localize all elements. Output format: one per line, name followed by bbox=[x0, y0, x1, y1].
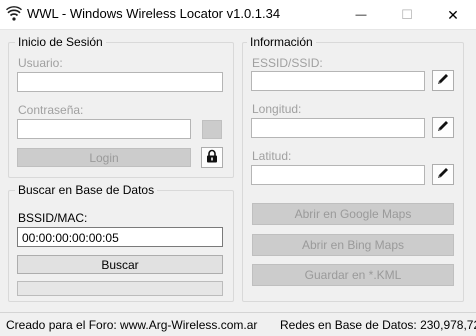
minimize-icon: — bbox=[355, 9, 367, 21]
longitude-label: Longitud: bbox=[252, 102, 302, 116]
search-legend: Buscar en Base de Datos bbox=[15, 183, 158, 197]
title-bar[interactable]: WWL - Windows Wireless Locator v1.0.1.34… bbox=[0, 0, 476, 30]
password-label: Contraseña: bbox=[18, 103, 84, 117]
user-label: Usuario: bbox=[18, 56, 63, 70]
search-progress-bar bbox=[17, 281, 223, 296]
essid-label: ESSID/SSID: bbox=[252, 56, 323, 70]
pencil-icon bbox=[436, 72, 450, 89]
status-credit: Creado para el Foro: www.Arg-Wireless.co… bbox=[6, 318, 258, 332]
login-legend: Inicio de Sesión bbox=[15, 35, 106, 49]
bssid-label: BSSID/MAC: bbox=[18, 211, 88, 225]
minimize-button[interactable]: — bbox=[338, 0, 384, 30]
password-input[interactable] bbox=[17, 119, 191, 139]
pencil-icon bbox=[436, 119, 450, 136]
essid-edit-button[interactable] bbox=[432, 70, 454, 91]
longitude-input[interactable] bbox=[251, 118, 425, 138]
search-button[interactable]: Buscar bbox=[17, 255, 223, 274]
info-legend: Información bbox=[247, 35, 316, 49]
user-input[interactable] bbox=[17, 72, 223, 92]
essid-input[interactable] bbox=[251, 71, 425, 91]
app-wifi-icon bbox=[6, 6, 22, 22]
maximize-button[interactable]: ☐ bbox=[384, 0, 430, 30]
pencil-icon bbox=[436, 166, 450, 183]
latitude-label: Latitud: bbox=[252, 149, 292, 163]
open-bing-maps-button[interactable]: Abrir en Bing Maps bbox=[252, 234, 454, 256]
open-google-maps-button[interactable]: Abrir en Google Maps bbox=[252, 203, 454, 225]
latitude-edit-button[interactable] bbox=[432, 164, 454, 185]
status-separator bbox=[0, 312, 476, 313]
close-button[interactable]: ✕ bbox=[430, 0, 476, 30]
longitude-edit-button[interactable] bbox=[432, 117, 454, 138]
lock-button[interactable] bbox=[201, 147, 223, 168]
window-title: WWL - Windows Wireless Locator v1.0.1.34 bbox=[27, 6, 281, 21]
save-kml-button[interactable]: Guardar en *.KML bbox=[252, 264, 454, 286]
latitude-input[interactable] bbox=[251, 165, 425, 185]
lock-icon bbox=[205, 149, 219, 166]
status-network-count: Redes en Base de Datos: 230,978,727 bbox=[280, 318, 476, 332]
bssid-input[interactable]: 00:00:00:00:00:05 bbox=[17, 227, 223, 247]
login-button[interactable]: Login bbox=[17, 148, 191, 167]
show-password-toggle[interactable] bbox=[202, 120, 222, 139]
close-icon: ✕ bbox=[447, 6, 459, 23]
maximize-icon: ☐ bbox=[401, 7, 413, 22]
